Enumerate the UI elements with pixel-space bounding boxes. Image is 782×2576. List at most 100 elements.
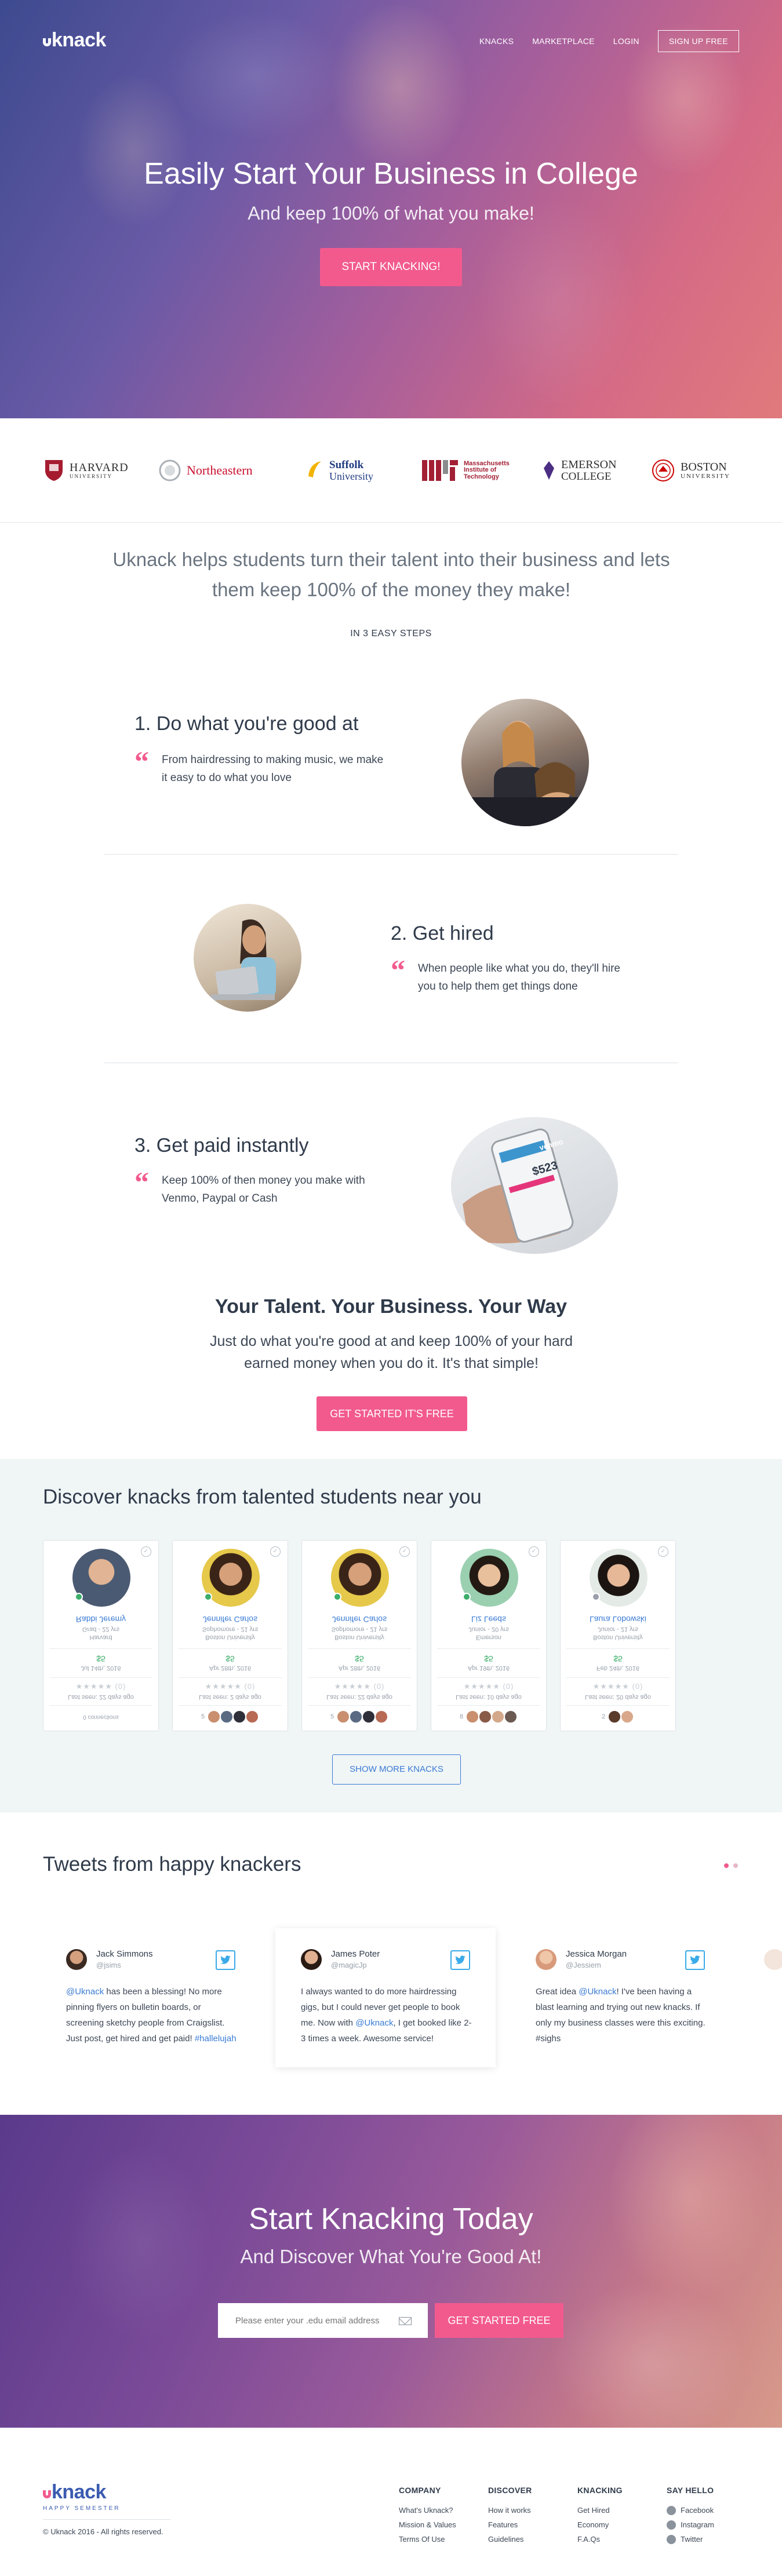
footer-column-title: KNACKING	[577, 2486, 623, 2495]
check-icon[interactable]: ✓	[399, 1546, 410, 1557]
step-1-text: From hairdressing to making music, we ma…	[162, 754, 384, 784]
step-divider	[104, 854, 678, 855]
start-knacking-button[interactable]: START KNACKING!	[320, 248, 462, 286]
tweet-handle: @jsims	[96, 1961, 121, 1969]
tweet-handle: @magicJp	[331, 1961, 367, 1969]
tweet-card: Jack Simmons @jsims @Uknack has been a b…	[41, 1928, 261, 2067]
knack-card[interactable]: ✓ Liz Leeds Emerson Junior - 20 yrs $5 Ap…	[431, 1540, 547, 1731]
tweet-text: I always wanted to do more hairdressing …	[301, 1987, 472, 2044]
tweet-handle: @Jessiem	[566, 1961, 601, 1969]
tweet-author: James Poter	[331, 1949, 380, 1959]
rating-stars: ★★★★★ (0)	[463, 1682, 514, 1691]
card-date: Jul 14th, 2016	[81, 1665, 121, 1672]
step-3-text: Keep 100% of then money you make with Ve…	[162, 1174, 365, 1205]
footer-link[interactable]: What's Uknack?	[399, 2503, 456, 2517]
logo-mit: Massachusetts Institute of Technology	[422, 454, 510, 487]
tweet-text: Great idea @Uknack! I've been having a b…	[536, 1987, 705, 2044]
tweet-card-partial	[0, 1928, 17, 2067]
footer-link[interactable]: How it works	[488, 2503, 532, 2517]
twitter-icon[interactable]	[450, 1950, 470, 1970]
offline-dot	[592, 1593, 600, 1601]
card-name[interactable]: Rabbi Jeremy	[43, 1615, 158, 1624]
logo[interactable]: knack	[43, 29, 106, 52]
pager-dot-active[interactable]	[724, 1863, 729, 1868]
footer-link[interactable]: F.A.Qs	[577, 2532, 623, 2546]
hairdresser-photo	[461, 699, 589, 826]
hero-title: Easily Start Your Business in College	[144, 157, 638, 191]
avatar	[66, 1949, 87, 1970]
online-dot	[333, 1593, 341, 1601]
way-title: Your Talent. Your Business. Your Way	[214, 1296, 568, 1318]
facebook-link[interactable]: Facebook	[667, 2503, 714, 2517]
card-name[interactable]: Liz Leeds	[431, 1615, 546, 1624]
card-price: $5	[613, 1654, 623, 1663]
top-nav: KNACKS MARKETPLACE LOGIN SIGN UP FREE	[479, 30, 739, 52]
nav-marketplace[interactable]: MARKETPLACE	[532, 37, 595, 46]
mail-icon	[399, 2317, 412, 2325]
logo-emerson: EMERSON COLLEGE	[543, 454, 617, 487]
nav-login[interactable]: LOGIN	[613, 37, 639, 46]
footer-link[interactable]: Features	[488, 2517, 532, 2532]
tweet-author: Jack Simmons	[96, 1949, 153, 1959]
knack-card[interactable]: ✓ Jennifer Carlos Boston University Sopho…	[172, 1540, 288, 1731]
rating-stars: ★★★★★ (0)	[205, 1682, 256, 1691]
footer-link[interactable]: Terms Of Use	[399, 2532, 456, 2546]
card-name[interactable]: Laura Lobowski	[561, 1615, 675, 1624]
online-dot	[75, 1593, 83, 1601]
hero-section: knack KNACKS MARKETPLACE LOGIN SIGN UP F…	[0, 0, 782, 418]
discover-section: Discover knacks from talented students n…	[0, 1459, 782, 1812]
step-3-quote: “ Keep 100% of then money you make with …	[134, 1167, 390, 1207]
pager-dot[interactable]	[733, 1863, 738, 1868]
bottom-subtitle: And Discover What You're Good At!	[240, 2246, 542, 2267]
venmo-phone-photo: venmo $523	[451, 1117, 618, 1254]
footer: knack HAPPY SEMESTER © Uknack 2016 - All…	[0, 2428, 782, 2576]
get-started-free-button-bottom[interactable]: GET STARTED FREE	[435, 2303, 563, 2338]
facebook-icon	[667, 2505, 676, 2515]
twitter-link[interactable]: Twitter	[667, 2532, 714, 2546]
check-icon[interactable]: ✓	[270, 1546, 281, 1557]
check-icon[interactable]: ✓	[529, 1546, 539, 1557]
footer-link[interactable]: Get Hired	[577, 2503, 623, 2517]
tweets-pager[interactable]	[724, 1863, 738, 1868]
knack-card[interactable]: ✓ Jennifer Carlos Boston University Sopho…	[301, 1540, 417, 1731]
get-started-free-button[interactable]: GET STARTED IT'S FREE	[317, 1396, 467, 1431]
show-more-knacks-button[interactable]: SHOW MORE KNACKS	[332, 1754, 461, 1785]
step-2-text: When people like what you do, they'll hi…	[418, 962, 620, 993]
twitter-icon	[667, 2534, 676, 2544]
check-icon[interactable]: ✓	[141, 1546, 151, 1557]
email-field[interactable]	[218, 2303, 428, 2338]
tweet-author: Jessica Morgan	[566, 1949, 627, 1959]
knack-card[interactable]: ✓ Rabbi Jeremy Harvard Grad - 22 yrs $5 J…	[43, 1540, 159, 1731]
tweet-text: @Uknack has been a blessing! No more pin…	[66, 1987, 237, 2044]
signup-button[interactable]: SIGN UP FREE	[657, 30, 739, 52]
footer-link[interactable]: Guidelines	[488, 2532, 532, 2546]
online-dot	[463, 1593, 471, 1601]
bottom-background-photo	[0, 2115, 782, 2428]
footer-link[interactable]: Mission & Values	[399, 2517, 456, 2532]
tweets-title: Tweets from happy knackers	[43, 1853, 301, 1876]
check-icon[interactable]: ✓	[658, 1546, 668, 1557]
avatar	[536, 1949, 557, 1970]
online-dot	[204, 1593, 212, 1601]
card-school: Boston University Junior - 21 yrs	[593, 1626, 643, 1641]
instagram-link[interactable]: Instagram	[667, 2517, 714, 2532]
step-1-title: 1. Do what you're good at	[134, 713, 359, 735]
rating-stars: ★★★★★ (0)	[592, 1682, 643, 1691]
step-3-title: 3. Get paid instantly	[134, 1134, 309, 1156]
discover-title: Discover knacks from talented students n…	[43, 1486, 482, 1508]
card-school: Boston University Sophomore - 21 yrs	[331, 1626, 388, 1641]
footer-divider	[43, 2519, 170, 2520]
footer-link[interactable]: Economy	[577, 2517, 623, 2532]
card-name[interactable]: Jennifer Carlos	[302, 1615, 417, 1624]
logo-harvard: HARVARD UNIVERSITY	[44, 454, 129, 487]
twitter-icon[interactable]	[685, 1950, 705, 1970]
card-name[interactable]: Jennifer Carlos	[173, 1615, 288, 1624]
nav-knacks[interactable]: KNACKS	[479, 37, 514, 46]
knack-card[interactable]: ✓ Laura Lobowski Boston University Junior…	[560, 1540, 676, 1731]
footer-column-knacking: KNACKING Get Hired Economy F.A.Qs	[577, 2486, 623, 2546]
avatar	[301, 1949, 322, 1970]
card-date: Apr 28th, 2016	[209, 1665, 252, 1672]
logo-northeastern: Northeastern	[159, 454, 253, 487]
twitter-icon[interactable]	[216, 1950, 235, 1970]
footer-logo[interactable]: knack	[43, 2481, 106, 2504]
